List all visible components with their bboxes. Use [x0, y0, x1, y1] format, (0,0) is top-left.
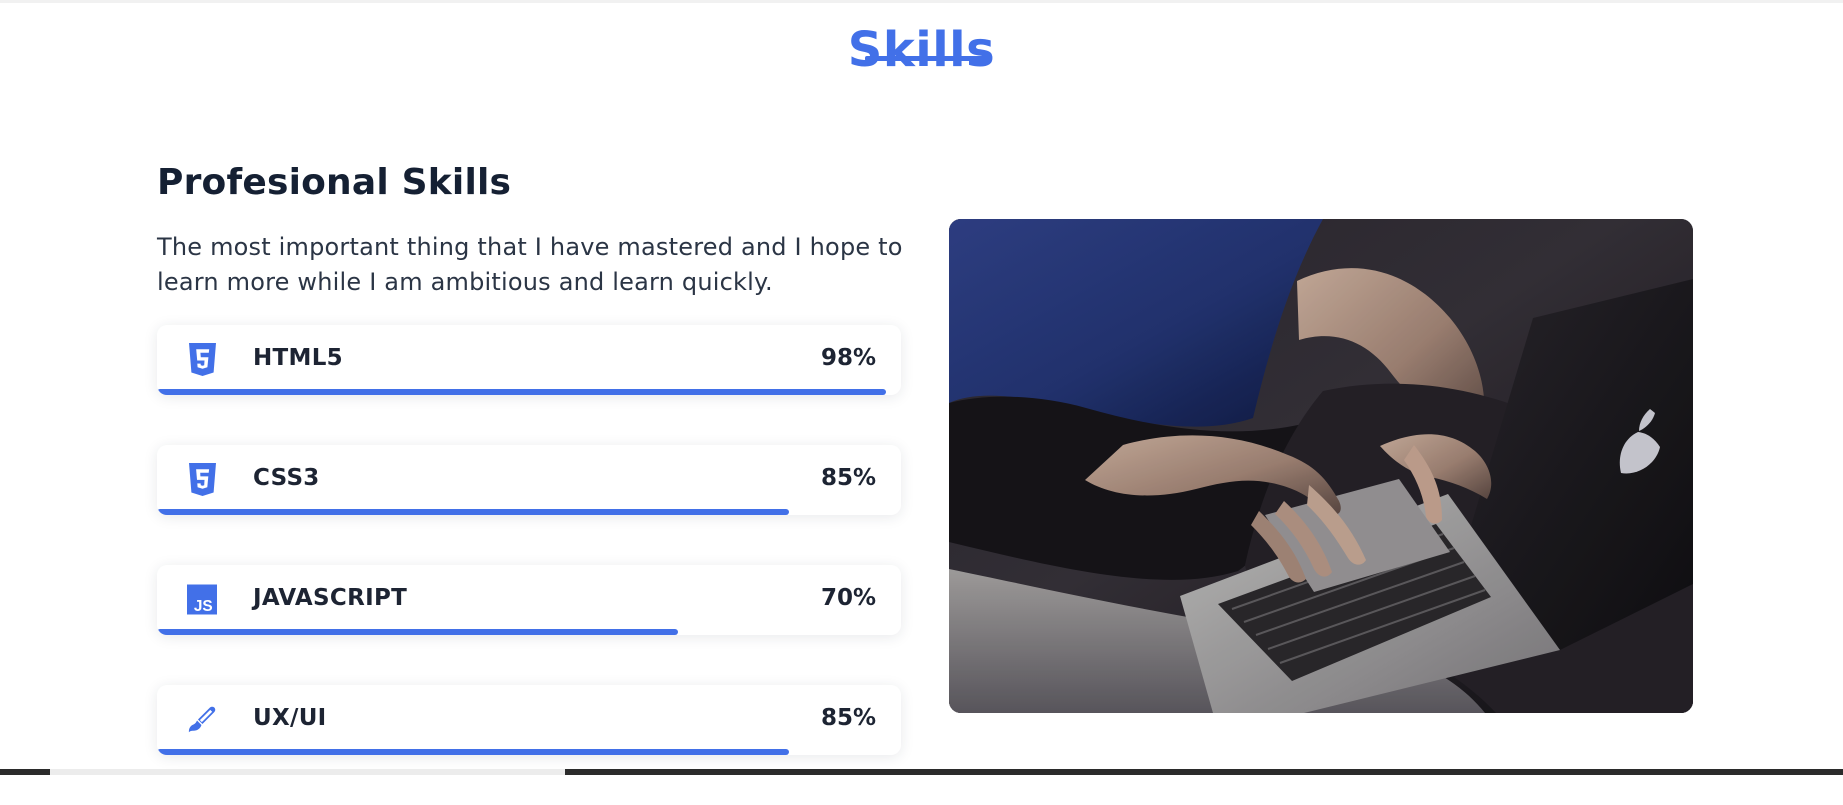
- skill-card-ux-ui: UX/UI 85%: [157, 685, 901, 755]
- horizontal-scrollbar[interactable]: [0, 769, 1843, 775]
- laptop-photo: [949, 219, 1693, 713]
- skill-progress-fill: [157, 629, 678, 635]
- css3-icon: [187, 462, 217, 497]
- skills-description: The most important thing that I have mas…: [157, 233, 903, 296]
- html5-icon: [187, 342, 217, 377]
- skill-progress-track: [157, 509, 901, 515]
- skill-progress-track: [157, 749, 901, 755]
- skill-percent: 85%: [820, 705, 876, 731]
- section-title: Skills: [847, 22, 996, 79]
- skill-progress-track: [157, 629, 901, 635]
- skill-card-html5: HTML5 98%: [157, 325, 901, 395]
- section-title-underline: [865, 56, 985, 61]
- scrollbar-thumb[interactable]: [50, 769, 565, 775]
- skill-card-css3: CSS3 85%: [157, 445, 901, 515]
- skill-name: UX/UI: [253, 705, 327, 731]
- skill-progress-fill: [157, 389, 887, 395]
- brush-icon: [187, 702, 217, 737]
- professional-skills-heading: Profesional Skills: [157, 161, 512, 203]
- skill-percent: 85%: [820, 465, 876, 491]
- skills-list: HTML5 98% CSS3 85% JS JAVASCRIPT 70% UX/…: [157, 325, 901, 805]
- skill-percent: 70%: [820, 585, 876, 611]
- skill-name: HTML5: [253, 345, 343, 371]
- skill-card-javascript: JS JAVASCRIPT 70%: [157, 565, 901, 635]
- skill-progress-fill: [157, 509, 790, 515]
- skill-name: CSS3: [253, 465, 320, 491]
- skill-progress-fill: [157, 749, 790, 755]
- skill-name: JAVASCRIPT: [253, 585, 408, 611]
- javascript-icon: JS: [187, 582, 217, 617]
- top-border: [0, 0, 1843, 3]
- skill-percent: 98%: [820, 345, 876, 371]
- javascript-icon-text: JS: [194, 598, 213, 615]
- skill-progress-track: [157, 389, 901, 395]
